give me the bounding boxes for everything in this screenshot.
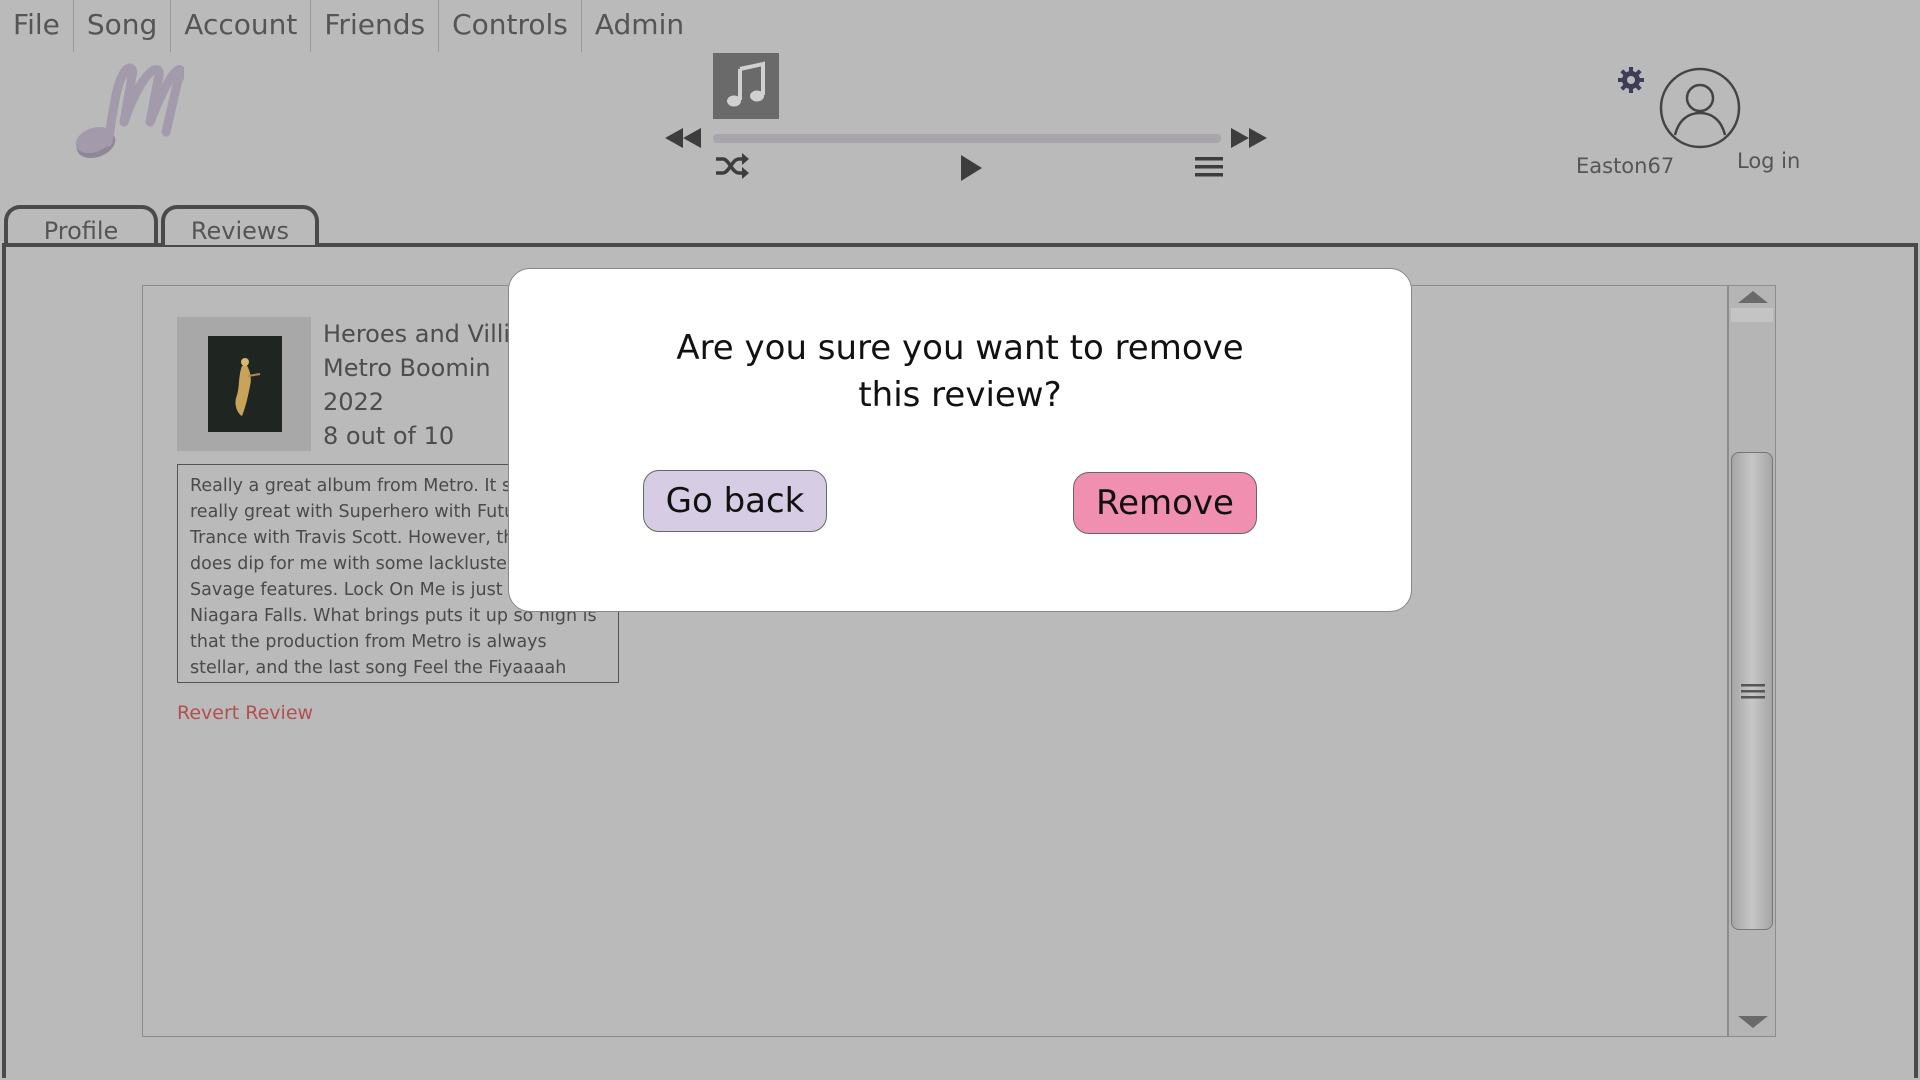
remove-button[interactable]: Remove [1073,472,1257,534]
album-year: 2022 [323,388,385,416]
review-rating: 8 out of 10 [323,422,455,450]
play-icon[interactable] [958,153,984,183]
avatar[interactable] [1659,67,1741,149]
menu-song[interactable]: Song [74,0,172,52]
progress-bar[interactable] [713,134,1221,143]
tab-reviews[interactable]: Reviews [161,205,319,245]
scroll-thumb[interactable] [1731,452,1773,930]
dialog-message: Are you sure you want to remove this rev… [509,325,1411,419]
scrollbar[interactable] [1728,285,1776,1037]
menu-file[interactable]: File [0,0,74,52]
fast-forward-icon[interactable] [1229,126,1269,150]
album-cover-image [208,336,282,432]
revert-review-link[interactable]: Revert Review [177,702,313,724]
menu-friends[interactable]: Friends [311,0,440,52]
menu-admin[interactable]: Admin [582,0,697,52]
queue-icon[interactable] [1195,156,1223,178]
album-artist: Metro Boomin [323,354,491,382]
gear-icon[interactable] [1617,66,1645,94]
go-back-button[interactable]: Go back [643,470,827,532]
username-label: Easton67 [1576,154,1675,178]
scroll-up-icon[interactable] [1738,290,1768,304]
menu-bar: File Song Account Friends Controls Admin [0,0,697,52]
now-playing-art[interactable] [713,53,779,119]
menu-controls[interactable]: Controls [439,0,582,52]
login-link[interactable]: Log in [1737,149,1800,173]
shuffle-icon[interactable] [714,152,750,180]
scroll-down-icon[interactable] [1738,1015,1768,1029]
music-note-icon [727,61,765,107]
rewind-icon[interactable] [663,126,703,150]
scroll-track [1731,308,1773,322]
menu-account[interactable]: Account [171,0,312,52]
confirm-remove-dialog: Are you sure you want to remove this rev… [508,268,1412,612]
dialog-message-line-2: this review? [858,375,1062,415]
app-logo [75,63,184,159]
grip-icon [1741,684,1765,699]
tab-profile[interactable]: Profile [4,205,158,245]
dialog-message-line-1: Are you sure you want to remove [676,328,1244,368]
